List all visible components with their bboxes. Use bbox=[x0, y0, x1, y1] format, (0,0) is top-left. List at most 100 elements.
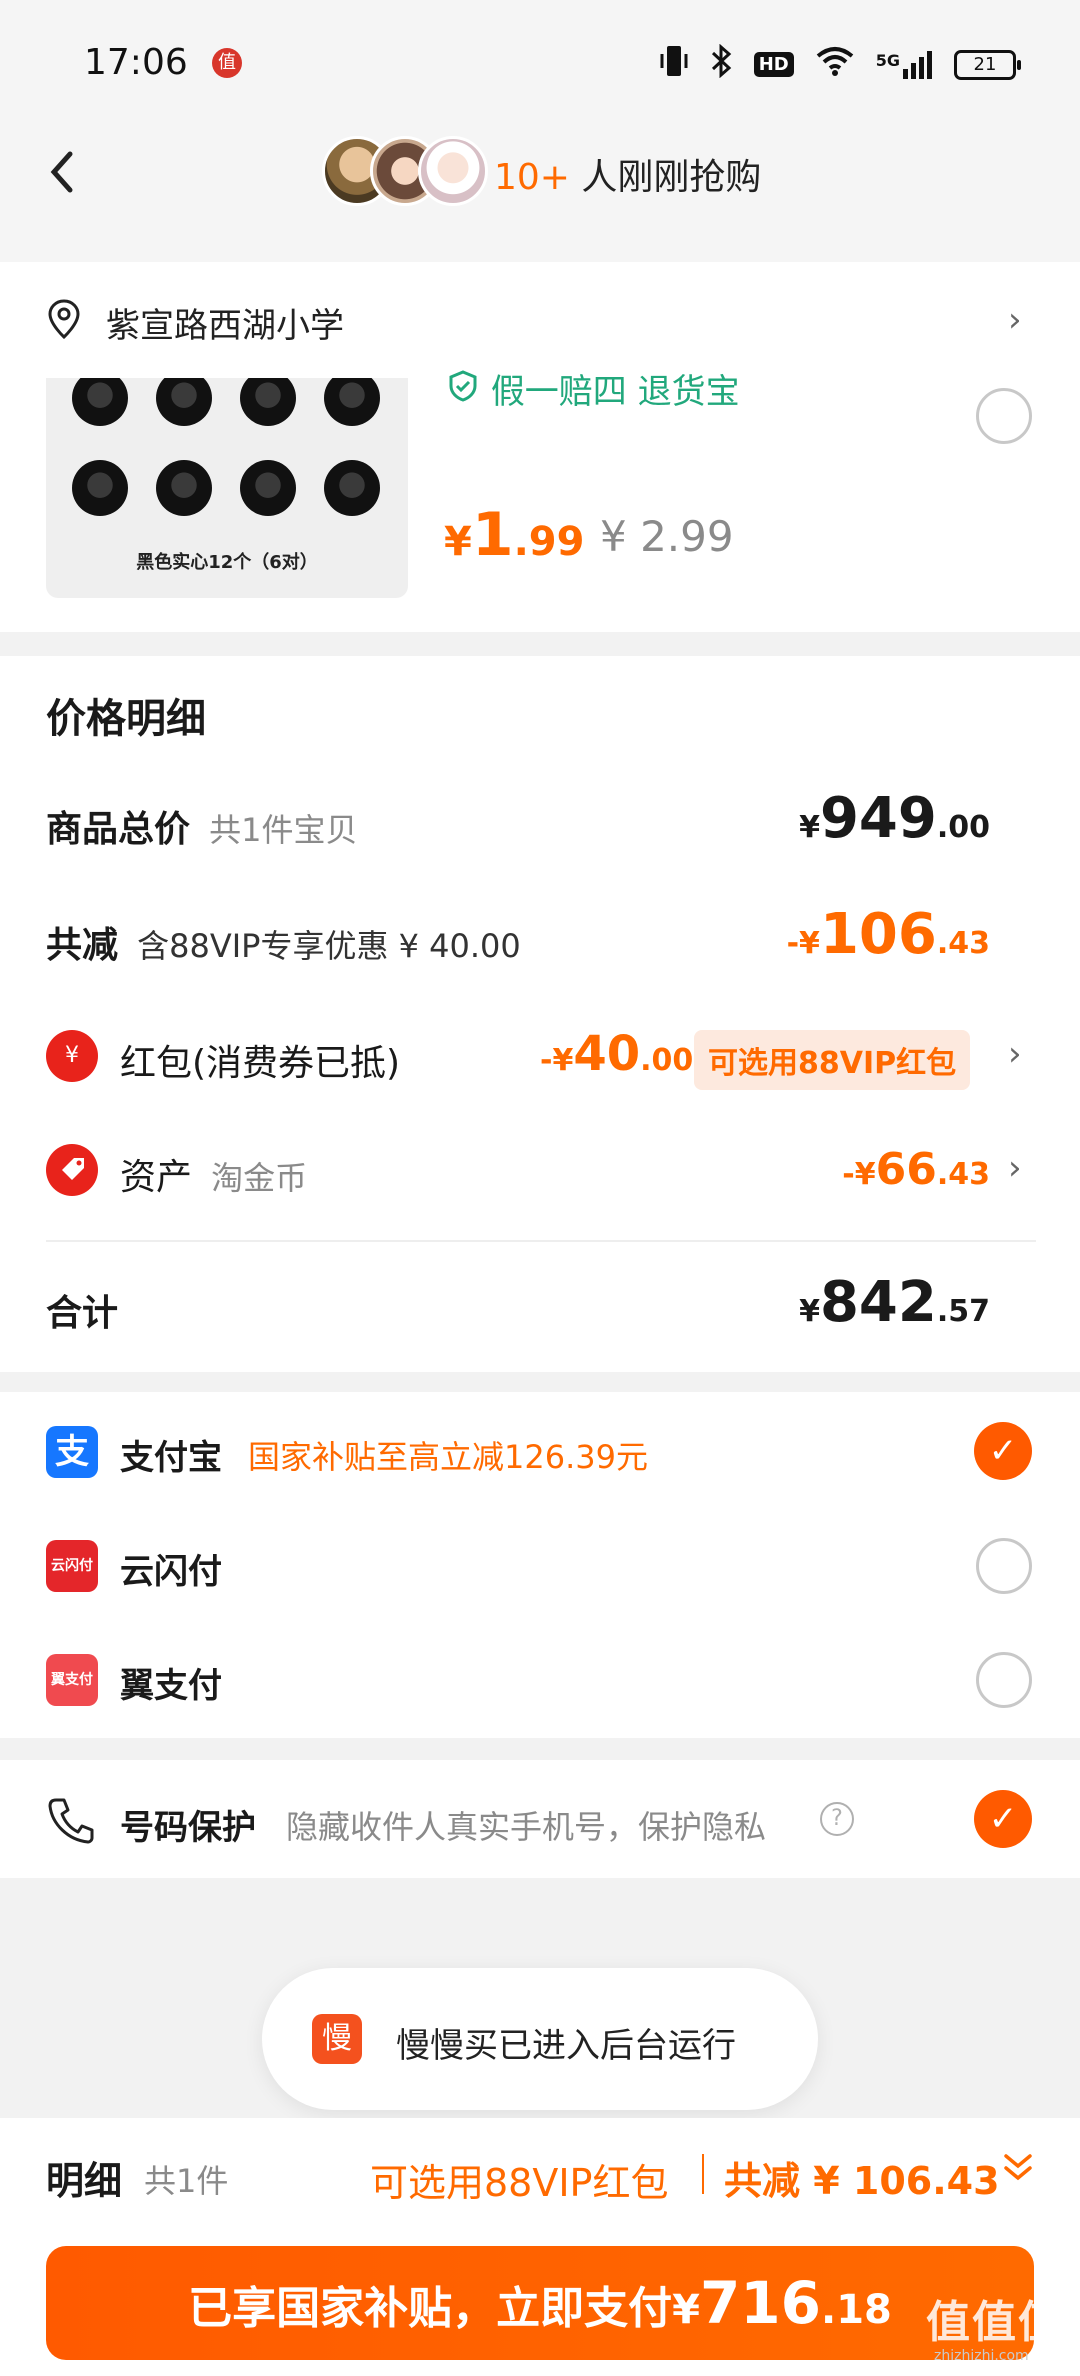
assets-amount: -¥66.43 bbox=[842, 1144, 990, 1195]
vip-red-packet-link[interactable]: 可选用88VIP红包 bbox=[370, 2152, 668, 2207]
amount-integer: 949 bbox=[819, 786, 937, 851]
price-symbol: ¥ bbox=[444, 519, 472, 565]
amount-decimal: .43 bbox=[936, 926, 990, 961]
price-integer: 1 bbox=[471, 500, 514, 570]
currency-symbol: ¥ bbox=[799, 810, 820, 845]
notification-badge-icon: 值 bbox=[212, 48, 242, 78]
location-pin-icon bbox=[46, 298, 82, 344]
back-button[interactable] bbox=[42, 142, 82, 202]
price-details-title: 价格明细 bbox=[46, 696, 206, 742]
bestpay-radio[interactable] bbox=[976, 1652, 1032, 1708]
original-price: ¥ 2.99 bbox=[600, 512, 734, 561]
total-amount: ¥842.57 bbox=[799, 1270, 990, 1335]
divider bbox=[46, 1240, 1036, 1242]
currency-symbol: -¥ bbox=[842, 1157, 876, 1192]
watermark-logo: 值值值 bbox=[926, 2297, 1064, 2348]
help-icon[interactable]: ? bbox=[820, 1802, 854, 1836]
chevron-right-icon[interactable]: › bbox=[1008, 1148, 1022, 1188]
pay-amount-integer: 716 bbox=[699, 2269, 822, 2337]
buyer-count: 10+ bbox=[494, 157, 570, 198]
chevron-right-icon[interactable]: › bbox=[1008, 1034, 1022, 1074]
chevron-down-double-icon[interactable] bbox=[1000, 2148, 1036, 2197]
bestpay-label: 翼支付 bbox=[120, 1666, 222, 1706]
watermark-url: zhizhizhi.com bbox=[934, 2348, 1029, 2364]
status-time: 17:06 bbox=[84, 42, 188, 83]
pay-amount-decimal: .18 bbox=[821, 2287, 892, 2333]
unionpay-label: 云闪付 bbox=[120, 1552, 222, 1592]
amount-decimal: .00 bbox=[936, 810, 990, 845]
number-protection-label: 号码保护 bbox=[120, 1808, 256, 1848]
hd-icon: HD bbox=[753, 52, 794, 77]
price-decimal: .99 bbox=[513, 519, 585, 565]
discount-amount: -¥106.43 bbox=[787, 902, 990, 967]
alipay-icon: 支 bbox=[46, 1426, 98, 1478]
divider bbox=[702, 2154, 704, 2194]
shield-check-icon bbox=[446, 370, 491, 412]
wifi-icon bbox=[816, 46, 854, 83]
currency-symbol: -¥ bbox=[540, 1043, 574, 1078]
amount-integer: 106 bbox=[819, 902, 937, 967]
total-discount: 共减 ¥ 106.43 bbox=[724, 2159, 1000, 2203]
address-text: 紫宣路西湖小学 bbox=[106, 306, 344, 346]
number-protection-desc: 隐藏收件人真实手机号，保护隐私 bbox=[286, 1808, 767, 1846]
status-icons: HD 5G 21 bbox=[660, 43, 1021, 85]
pay-currency-symbol: ¥ bbox=[672, 2287, 700, 2333]
subtotal-label: 商品总价 bbox=[46, 809, 191, 850]
chevron-right-icon: › bbox=[1008, 300, 1022, 340]
discount-label: 共减 bbox=[46, 925, 119, 966]
back-arrow-icon bbox=[50, 151, 73, 193]
bestpay-icon: 翼支付 bbox=[46, 1654, 98, 1706]
phone-icon bbox=[46, 1794, 94, 1850]
toast-text: 慢慢买已进入后台运行 bbox=[396, 2026, 736, 2066]
red-packet-amount: -¥40.00 bbox=[540, 1026, 693, 1082]
unionpay-radio[interactable] bbox=[976, 1538, 1032, 1594]
product-price: ¥1.99 bbox=[444, 500, 584, 570]
guarantee-badge: 假一赔四 退货宝 bbox=[446, 364, 740, 413]
network-type: 5G bbox=[875, 50, 900, 70]
currency-symbol: ¥ bbox=[799, 1294, 820, 1329]
number-protection-check-icon[interactable]: ✓ bbox=[974, 1790, 1032, 1848]
pay-button-text: 已享国家补贴，立即支付 bbox=[188, 2283, 673, 2334]
guarantee-text: 假一赔四 退货宝 bbox=[490, 372, 740, 412]
amount-integer: 66 bbox=[875, 1144, 937, 1195]
recent-buyers-text: 10+ 人刚刚抢购 bbox=[494, 148, 761, 200]
alipay-label: 支付宝 bbox=[120, 1438, 222, 1478]
discount-label-row: 共减 含88VIP专享优惠 ¥ 40.00 bbox=[46, 916, 521, 968]
signal-icon: 5G bbox=[875, 50, 932, 79]
detail-count: 共1件 bbox=[144, 2162, 229, 2200]
assets-label-row: 资产 淘金币 bbox=[120, 1148, 307, 1200]
alipay-promo: 国家补贴至高立减126.39元 bbox=[248, 1438, 648, 1476]
amount-decimal: .43 bbox=[936, 1157, 990, 1192]
subtotal-label-row: 商品总价 共1件宝贝 bbox=[46, 800, 357, 852]
assets-label: 资产 bbox=[120, 1157, 193, 1198]
subtotal-count: 共1件宝贝 bbox=[209, 811, 358, 849]
product-image-label: 黑色实心12个（6对） bbox=[136, 552, 318, 573]
discount-vip-note: 含88VIP专享优惠 ¥ 40.00 bbox=[137, 927, 521, 965]
total-label: 合计 bbox=[46, 1293, 119, 1334]
amount-integer: 40 bbox=[573, 1026, 641, 1082]
alipay-selected-check-icon[interactable]: ✓ bbox=[974, 1422, 1032, 1480]
unionpay-icon: 云闪付 bbox=[46, 1540, 98, 1592]
currency-symbol: -¥ bbox=[786, 926, 820, 961]
amount-decimal: .57 bbox=[936, 1294, 990, 1329]
avatar bbox=[418, 136, 488, 206]
assets-type: 淘金币 bbox=[211, 1159, 308, 1197]
buyer-label: 人刚刚抢购 bbox=[569, 157, 762, 198]
bluetooth-icon bbox=[710, 43, 732, 85]
buyer-avatars bbox=[322, 136, 488, 206]
amount-integer: 842 bbox=[819, 1270, 937, 1335]
red-packet-icon: ¥ bbox=[46, 1030, 98, 1082]
subtotal-amount: ¥949.00 bbox=[799, 786, 990, 851]
amount-decimal: .00 bbox=[640, 1043, 694, 1078]
vip-red-packet-button[interactable]: 可选用88VIP红包 bbox=[694, 1030, 971, 1090]
vibrate-icon bbox=[660, 44, 688, 85]
pay-now-button[interactable]: 已享国家补贴，立即支付¥716.18 bbox=[46, 2246, 1034, 2360]
price-details-card bbox=[0, 656, 1080, 1372]
red-packet-label: 红包(消费券已抵) bbox=[120, 1043, 401, 1084]
product-image: 黑色实心12个（6对） bbox=[46, 378, 408, 598]
detail-label[interactable]: 明细 bbox=[46, 2150, 122, 2205]
battery-icon: 21 bbox=[954, 49, 1021, 80]
manmanmai-app-icon: 慢 bbox=[312, 2014, 362, 2064]
product-select-radio[interactable] bbox=[976, 388, 1032, 444]
assets-tag-icon bbox=[46, 1144, 98, 1196]
